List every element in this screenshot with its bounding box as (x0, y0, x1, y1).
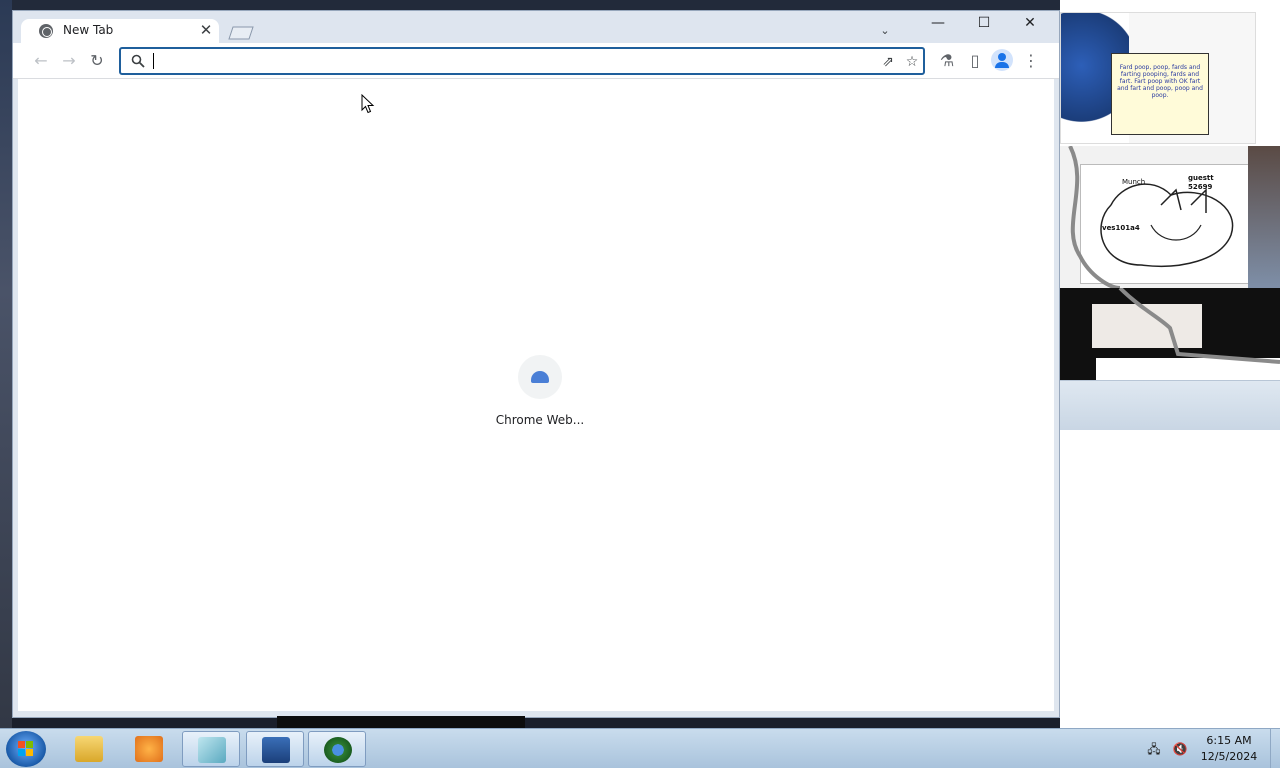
shortcut-label: Chrome Web... (495, 413, 585, 427)
new-tab-button[interactable] (227, 25, 255, 40)
taskbar: 🖧 🔇 6:15 AM 12/5/2024 (0, 728, 1280, 768)
background-window-toolbar (1060, 380, 1280, 430)
browser-window: New Tab ✕ ⌄ — ☐ ✕ ← → ↻ ⇗ ☆ ⚗ ▯ ⋮ Chrome… (12, 10, 1060, 718)
profile-avatar[interactable] (991, 49, 1013, 71)
taskbar-chrome[interactable] (308, 731, 366, 767)
search-icon (131, 54, 145, 68)
maximize-button[interactable]: ☐ (961, 11, 1007, 37)
chrome-icon (324, 737, 352, 763)
panel-margin (1256, 12, 1280, 144)
web-store-icon (518, 355, 562, 399)
address-input[interactable] (153, 52, 853, 70)
back-button[interactable]: ← (27, 47, 55, 75)
tab-search-button[interactable]: ⌄ (873, 21, 897, 41)
labs-flask-icon[interactable]: ⚗ (933, 47, 961, 75)
close-window-button[interactable]: ✕ (1007, 11, 1053, 37)
volume-muted-icon[interactable]: 🔇 (1172, 741, 1188, 757)
background-window: Fard poop, poop, fards and farting poopi… (1060, 0, 1280, 728)
start-button[interactable] (6, 731, 46, 767)
tab-new-tab[interactable]: New Tab ✕ (21, 19, 219, 43)
clock-time: 6:15 AM (1206, 734, 1252, 747)
show-desktop-button[interactable] (1270, 729, 1280, 768)
browser-toolbar: ← → ↻ ⇗ ☆ ⚗ ▯ ⋮ (13, 43, 1059, 79)
scribble-line (1118, 288, 1280, 364)
shortcut-tile[interactable]: Chrome Web... (488, 351, 592, 431)
minimize-button[interactable]: — (915, 11, 961, 37)
network-icon[interactable]: 🖧 (1146, 741, 1162, 757)
media-player-icon (135, 736, 163, 762)
tab-close-button[interactable]: ✕ (197, 20, 215, 40)
reload-button[interactable]: ↻ (83, 47, 111, 75)
note-card: Fard poop, poop, fards and farting poopi… (1111, 53, 1209, 135)
sketch-image: guestt 52699 ves101a4 Munch (1060, 146, 1280, 288)
computer-icon (262, 737, 290, 763)
scribble-line (1068, 146, 1121, 288)
new-tab-page: Chrome Web... (18, 79, 1054, 711)
desktop-top-strip (12, 0, 1060, 10)
globe-icon (39, 24, 53, 38)
mouse-cursor-icon (361, 94, 375, 114)
taskbar-remote-desktop[interactable] (246, 731, 304, 767)
text-caret (153, 53, 154, 69)
app-icon (198, 737, 226, 763)
taskbar-explorer[interactable] (60, 731, 118, 767)
new-tab-icon (228, 26, 254, 40)
windows-logo-icon (18, 741, 33, 756)
side-panel-icon[interactable]: ▯ (961, 47, 989, 75)
taskbar-media-player[interactable] (120, 731, 178, 767)
tab-title: New Tab (63, 23, 114, 37)
bookmark-star-icon[interactable]: ☆ (901, 51, 923, 73)
taskbar-app[interactable] (182, 731, 240, 767)
address-bar[interactable]: ⇗ ☆ (119, 47, 925, 75)
forward-button[interactable]: → (55, 47, 83, 75)
folder-icon (75, 736, 103, 762)
tab-strip: New Tab ✕ ⌄ — ☐ ✕ (13, 11, 1059, 43)
system-clock[interactable]: 6:15 AM 12/5/2024 (1196, 733, 1262, 765)
artwork-image: Fard poop, poop, fards and farting poopi… (1060, 12, 1256, 144)
share-icon[interactable]: ⇗ (877, 51, 899, 73)
clock-date: 12/5/2024 (1200, 750, 1258, 763)
background-window-edge (277, 716, 525, 728)
desktop-icons-strip (0, 0, 12, 728)
dark-screenshot (1060, 288, 1280, 380)
menu-icon[interactable]: ⋮ (1017, 47, 1045, 75)
